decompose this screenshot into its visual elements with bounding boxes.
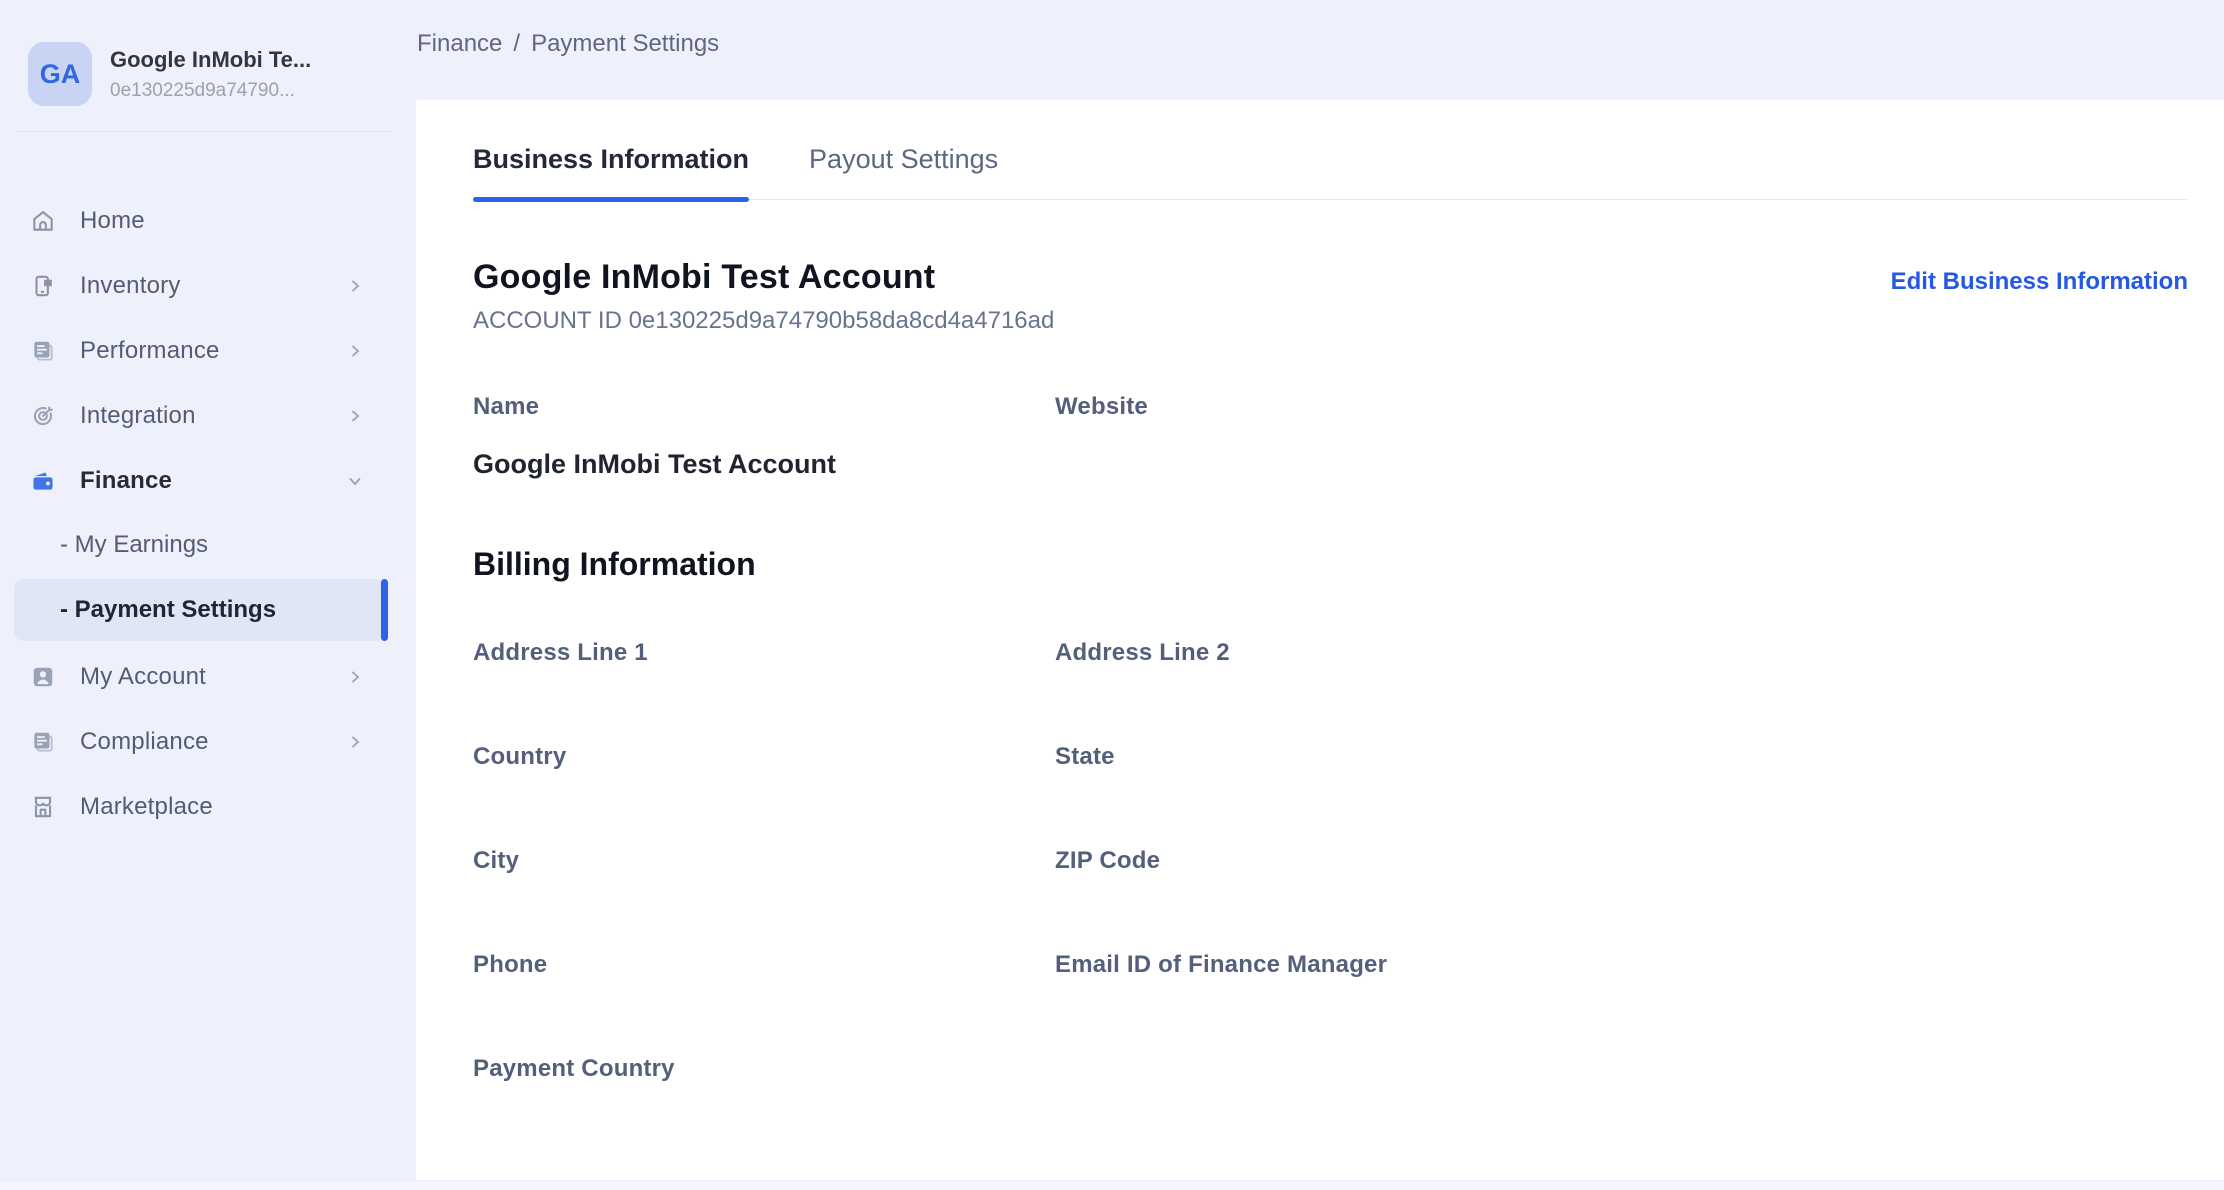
tab-bar: Business Information Payout Settings	[473, 144, 2188, 200]
tab-payout-settings[interactable]: Payout Settings	[809, 144, 998, 199]
sidebar-item-label: Finance	[80, 467, 172, 495]
sidebar: GA Google InMobi Te... 0e130225d9a74790.…	[0, 0, 414, 1180]
field-email-finance-manager: Email ID of Finance Manager	[1055, 951, 2188, 979]
field-website: Website	[1055, 393, 2188, 480]
sidebar-item-label: Compliance	[80, 728, 209, 756]
field-phone: Phone	[473, 951, 1055, 979]
integration-target-icon	[30, 403, 56, 429]
field-address-line-1: Address Line 1	[473, 639, 1055, 667]
account-name: Google InMobi Te...	[110, 47, 311, 73]
sidebar-subitem-payment-settings[interactable]: - Payment Settings	[14, 579, 388, 641]
sidebar-item-home[interactable]: Home	[0, 188, 414, 253]
chevron-right-icon	[348, 735, 362, 749]
field-address-line-2: Address Line 2	[1055, 639, 2188, 667]
content-card: Business Information Payout Settings Goo…	[416, 100, 2224, 1180]
chevron-down-icon	[348, 474, 362, 488]
sidebar-nav: Home Inventory	[0, 188, 414, 839]
main-area: Finance / Payment Settings Business Info…	[414, 0, 2224, 1180]
chevron-right-icon	[348, 279, 362, 293]
sidebar-subitem-label: - My Earnings	[60, 531, 208, 559]
field-state: State	[1055, 743, 2188, 771]
home-icon	[30, 208, 56, 234]
avatar: GA	[28, 42, 92, 106]
billing-section-title: Billing Information	[473, 546, 2188, 583]
compliance-document-icon	[30, 729, 56, 755]
tab-business-information[interactable]: Business Information	[473, 144, 749, 199]
sidebar-item-inventory[interactable]: Inventory	[0, 253, 414, 318]
field-label: Name	[473, 393, 1055, 421]
sidebar-item-label: Inventory	[80, 272, 181, 300]
breadcrumb-payment-settings[interactable]: Payment Settings	[531, 30, 719, 58]
sidebar-item-marketplace[interactable]: Marketplace	[0, 774, 414, 839]
sidebar-subitem-label: - Payment Settings	[60, 596, 276, 624]
marketplace-storefront-icon	[30, 794, 56, 820]
field-city: City	[473, 847, 1055, 875]
breadcrumb-finance[interactable]: Finance	[417, 30, 502, 58]
active-indicator-bar	[381, 579, 388, 641]
sidebar-item-label: Integration	[80, 402, 196, 430]
topbar: Finance / Payment Settings	[414, 0, 2224, 100]
chevron-right-icon	[348, 670, 362, 684]
sidebar-item-compliance[interactable]: Compliance	[0, 709, 414, 774]
field-label: Website	[1055, 393, 2188, 421]
chevron-right-icon	[348, 344, 362, 358]
sidebar-item-my-account[interactable]: My Account	[0, 644, 414, 709]
account-id-line: ACCOUNT ID 0e130225d9a74790b58da8cd4a471…	[473, 307, 1054, 335]
inventory-icon	[30, 273, 56, 299]
business-section-header: Google InMobi Test Account ACCOUNT ID 0e…	[473, 258, 2188, 335]
edit-business-information-link[interactable]: Edit Business Information	[1891, 268, 2188, 296]
sidebar-divider	[16, 131, 392, 132]
sidebar-item-label: Marketplace	[80, 793, 213, 821]
breadcrumb-separator: /	[513, 30, 520, 58]
field-payment-country: Payment Country	[473, 1055, 1055, 1083]
chevron-right-icon	[348, 409, 362, 423]
sidebar-item-performance[interactable]: Performance	[0, 318, 414, 383]
field-name: Name Google InMobi Test Account	[473, 393, 1055, 480]
sidebar-item-integration[interactable]: Integration	[0, 383, 414, 448]
sidebar-item-label: Performance	[80, 337, 220, 365]
business-fields: Name Google InMobi Test Account Website	[473, 393, 2188, 480]
finance-wallet-icon	[30, 468, 56, 494]
field-zip-code: ZIP Code	[1055, 847, 2188, 875]
sidebar-item-label: My Account	[80, 663, 206, 691]
sidebar-item-label: Home	[80, 207, 145, 235]
sidebar-item-finance[interactable]: Finance	[0, 448, 414, 513]
sidebar-subitem-my-earnings[interactable]: - My Earnings	[0, 513, 414, 576]
page-title: Google InMobi Test Account	[473, 258, 1054, 297]
breadcrumb: Finance / Payment Settings	[417, 30, 719, 70]
account-switcher[interactable]: GA Google InMobi Te... 0e130225d9a74790.…	[0, 0, 414, 106]
performance-report-icon	[30, 338, 56, 364]
field-value: Google InMobi Test Account	[473, 449, 1055, 480]
user-account-icon	[30, 664, 56, 690]
field-country: Country	[473, 743, 1055, 771]
horizontal-scrollbar-track[interactable]	[0, 1180, 2224, 1190]
account-id: 0e130225d9a74790...	[110, 80, 311, 102]
billing-fields: Address Line 1 Address Line 2 Country St…	[473, 639, 2188, 1083]
